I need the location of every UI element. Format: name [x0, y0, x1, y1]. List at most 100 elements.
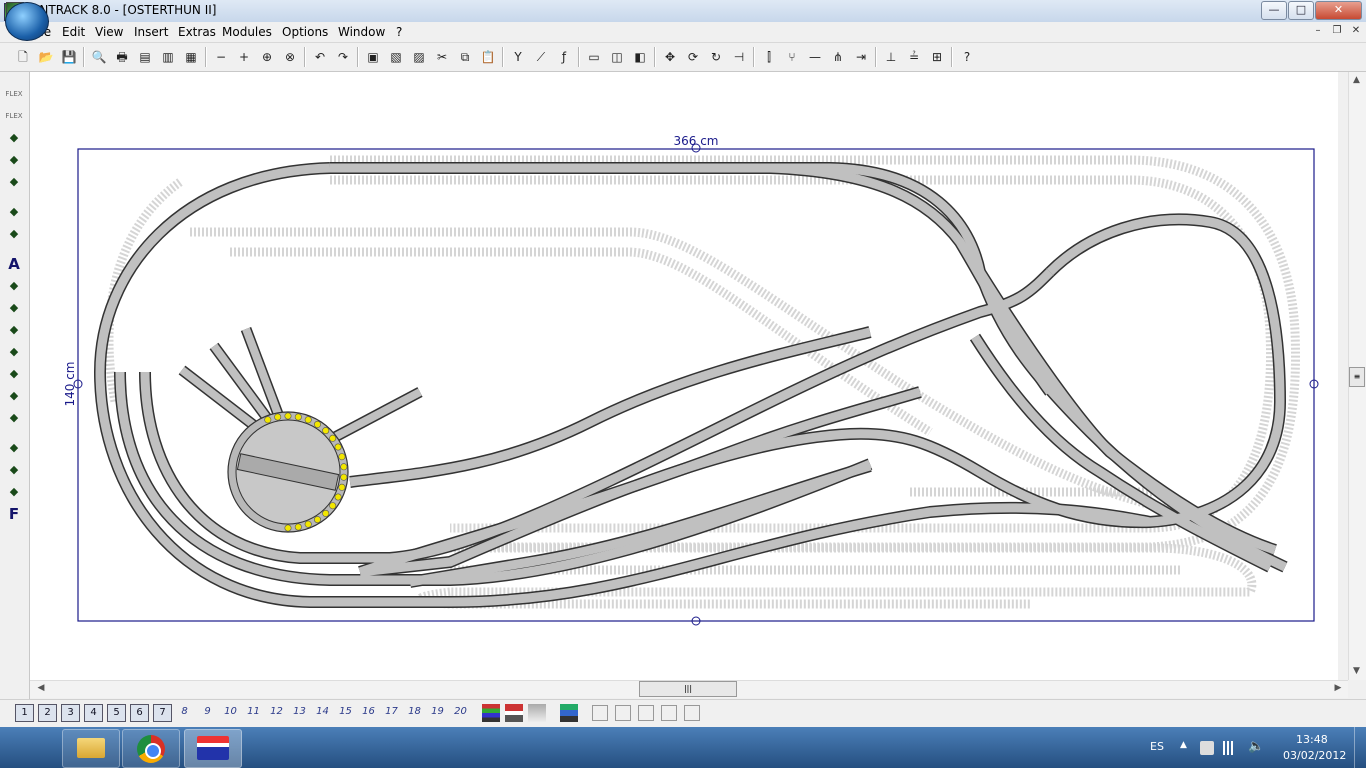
zoom-in-icon[interactable]: +	[234, 47, 254, 67]
flex-track-icon[interactable]: ⟋	[531, 47, 551, 67]
gradient-icon[interactable]: ◆	[4, 408, 24, 428]
menu-modules[interactable]: Modules	[217, 24, 277, 40]
layer-button-4[interactable]: 4	[84, 704, 103, 722]
open-icon[interactable]: 📂	[36, 47, 56, 67]
layer-button-10[interactable]: 10	[222, 704, 239, 720]
chrome-icon[interactable]	[122, 729, 180, 768]
vertical-scroll-thumb[interactable]: ≡	[1349, 367, 1365, 387]
part-list-icon[interactable]: ▧	[386, 47, 406, 67]
layer-button-17[interactable]: 17	[383, 704, 400, 720]
flex-2-icon[interactable]: FLEX	[4, 106, 24, 126]
clock-time[interactable]: 13:48	[1296, 733, 1328, 746]
scroll-down-arrow-icon[interactable]: ▼	[1348, 663, 1365, 679]
slope-icon[interactable]: ◆	[4, 342, 24, 362]
layer-hide-icon[interactable]	[528, 704, 546, 722]
rotate-180-icon[interactable]: ↻	[706, 47, 726, 67]
font-icon[interactable]: F	[4, 504, 24, 524]
menu-extras[interactable]: Extras	[173, 24, 221, 40]
layer-button-8[interactable]: 8	[176, 704, 193, 720]
text-icon[interactable]: A	[4, 254, 24, 274]
scroll-up-arrow-icon[interactable]: ▲	[1348, 72, 1365, 88]
tray-expand-icon[interactable]: ▲	[1180, 740, 1187, 750]
start-button[interactable]	[5, 2, 49, 41]
distance-icon[interactable]: ◆	[4, 438, 24, 458]
paste-icon[interactable]: 📋	[478, 47, 498, 67]
print-icon[interactable]: 🖶	[112, 47, 132, 67]
menu-options[interactable]: Options	[277, 24, 333, 40]
paint-icon[interactable]: ◆	[4, 482, 24, 502]
freehand-icon[interactable]: ƒ	[554, 47, 574, 67]
cut-icon[interactable]: ✂	[432, 47, 452, 67]
track-list-icon[interactable]: ▣	[363, 47, 383, 67]
mdi-close-button[interactable]: ✕	[1348, 24, 1364, 39]
connect-icon[interactable]: ⊣	[729, 47, 749, 67]
signal-icon[interactable]: ◆	[4, 202, 24, 222]
menu-insert[interactable]: Insert	[129, 24, 173, 40]
page-setup-icon[interactable]: ▤	[135, 47, 155, 67]
module-icon[interactable]: ▭	[584, 47, 604, 67]
copy-list-icon[interactable]: ▨	[409, 47, 429, 67]
group-icon[interactable]: ◫	[607, 47, 627, 67]
redo-icon[interactable]: ↷	[333, 47, 353, 67]
menu-window[interactable]: Window	[333, 24, 390, 40]
view-4-icon[interactable]	[661, 705, 677, 721]
layer-button-1[interactable]: 1	[15, 704, 34, 722]
move-icon[interactable]: ✥	[660, 47, 680, 67]
layer-button-7[interactable]: 7	[153, 704, 172, 722]
clock-date[interactable]: 03/02/2012	[1283, 749, 1346, 762]
turntable[interactable]	[227, 411, 349, 533]
layer-button-18[interactable]: 18	[406, 704, 423, 720]
layer-manager-icon[interactable]	[560, 704, 578, 722]
layer-button-6[interactable]: 6	[130, 704, 149, 722]
flex-icon[interactable]: FLEX	[4, 84, 24, 104]
print-preview-icon[interactable]: 🔍	[89, 47, 109, 67]
maximize-button[interactable]: □	[1288, 1, 1314, 20]
undo-icon[interactable]: ↶	[310, 47, 330, 67]
view-5-icon[interactable]	[684, 705, 700, 721]
align-icon[interactable]: ⇥	[851, 47, 871, 67]
mdi-restore-button[interactable]: ❐	[1329, 24, 1345, 39]
save-icon[interactable]: 💾	[59, 47, 79, 67]
zoom-window-icon[interactable]: ⊕	[257, 47, 277, 67]
volume-icon[interactable]: 🔈	[1248, 739, 1264, 754]
language-indicator[interactable]: ES	[1150, 740, 1164, 753]
layer-button-14[interactable]: 14	[314, 704, 331, 720]
view-1-icon[interactable]	[592, 705, 608, 721]
scroll-left-arrow-icon[interactable]: ◀	[33, 680, 49, 697]
zoom-out-icon[interactable]: −	[211, 47, 231, 67]
rotate-icon[interactable]: ⟳	[683, 47, 703, 67]
elevation-icon[interactable]: ◆	[4, 460, 24, 480]
menu-help[interactable]: ?	[391, 24, 407, 40]
landscape-icon[interactable]: ◆	[4, 320, 24, 340]
menu-edit[interactable]: Edit	[57, 24, 90, 40]
house-icon[interactable]: ◆	[4, 298, 24, 318]
network-icon[interactable]	[1223, 741, 1237, 755]
view-2-icon[interactable]	[615, 705, 631, 721]
layer-button-19[interactable]: 19	[429, 704, 446, 720]
layout-canvas[interactable]: 366 cm 140 cm	[30, 72, 1338, 680]
sheet-icon[interactable]: ▥	[158, 47, 178, 67]
copy-icon[interactable]: ⧉	[455, 47, 475, 67]
new-icon[interactable]: 🗋	[13, 47, 33, 67]
building-icon[interactable]: ◆	[4, 224, 24, 244]
cut-track-icon[interactable]: —	[805, 47, 825, 67]
close-button[interactable]: ✕	[1315, 1, 1362, 20]
bridge-icon[interactable]: ◆	[4, 150, 24, 170]
layer-button-9[interactable]: 9	[199, 704, 216, 720]
turnout-icon[interactable]: Y	[508, 47, 528, 67]
join-icon[interactable]: ⋔	[828, 47, 848, 67]
layer-button-16[interactable]: 16	[360, 704, 377, 720]
layer-button-13[interactable]: 13	[291, 704, 308, 720]
layer-button-11[interactable]: 11	[245, 704, 262, 720]
minimize-button[interactable]: —	[1261, 1, 1287, 20]
layer-button-15[interactable]: 15	[337, 704, 354, 720]
height-marker-icon[interactable]: ◆	[4, 276, 24, 296]
help-icon[interactable]: ?	[957, 47, 977, 67]
curve-icon[interactable]: ◆	[4, 128, 24, 148]
layer-button-20[interactable]: 20	[452, 704, 469, 720]
track-plan-drawing[interactable]: 366 cm 140 cm	[30, 72, 1338, 680]
windows-explorer-icon[interactable]	[62, 729, 120, 768]
terrain-icon[interactable]: ◆	[4, 364, 24, 384]
layer-button-2[interactable]: 2	[38, 704, 57, 722]
track-split-icon[interactable]: ⫿	[759, 47, 779, 67]
